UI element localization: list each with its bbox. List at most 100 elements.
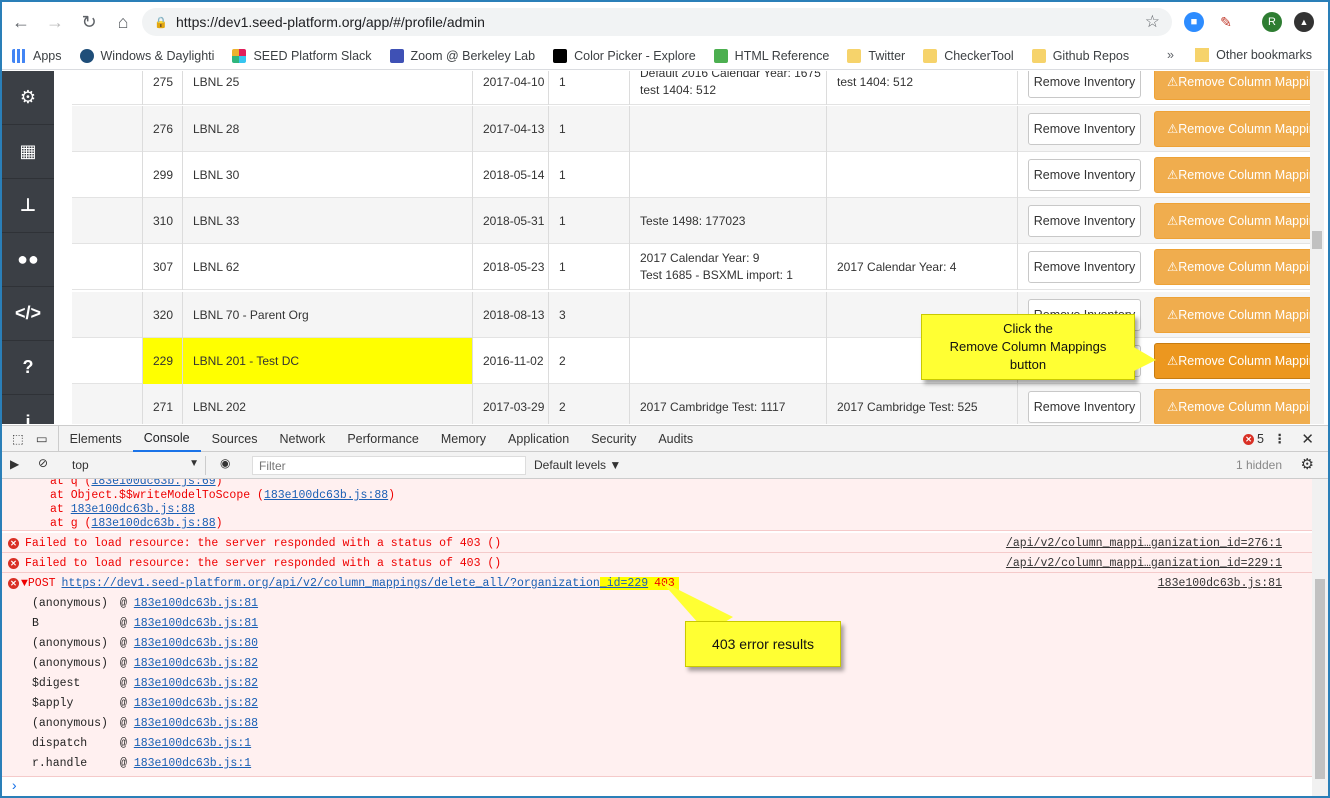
- building-icon[interactable]: ▦: [2, 125, 54, 179]
- bookmark-star-icon[interactable]: ☆: [1145, 12, 1160, 32]
- remove-column-mappings-button[interactable]: ⚠ Remove Column Mappings: [1154, 249, 1310, 285]
- gear-icon[interactable]: ⚙: [2, 71, 54, 125]
- profile-avatar[interactable]: R: [1262, 12, 1282, 32]
- w3-icon: [713, 48, 728, 63]
- bookmark-zoom[interactable]: Zoom @ Berkeley Lab: [389, 48, 535, 63]
- tab-console[interactable]: Console: [132, 425, 201, 452]
- source-link[interactable]: 183e100dc63b.js:81: [134, 597, 258, 610]
- tab-sources[interactable]: Sources: [201, 425, 269, 452]
- table-cell-count: 1: [548, 198, 629, 244]
- chrome-menu-icon[interactable]: ▲: [1294, 12, 1314, 32]
- source-link[interactable]: 183e100dc63b.js:81: [134, 617, 258, 630]
- bookmark-twitter[interactable]: Twitter: [847, 48, 905, 63]
- more-bookmarks-chevron[interactable]: »: [1167, 48, 1174, 62]
- bookmark-html-reference[interactable]: HTML Reference: [713, 48, 829, 63]
- remove-column-mappings-button[interactable]: ⚠ Remove Column Mappings: [1154, 389, 1310, 424]
- source-link[interactable]: 183e100dc63b.js:88: [71, 503, 195, 516]
- tab-security[interactable]: Security: [580, 425, 647, 452]
- code-icon[interactable]: </>: [2, 287, 54, 341]
- context-select[interactable]: top ▼: [66, 456, 206, 475]
- source-link[interactable]: 183e100dc63b.js:88: [264, 489, 388, 502]
- tab-network[interactable]: Network: [268, 425, 336, 452]
- stack-prefix: at Object.$$writeModelToScope (: [50, 489, 264, 502]
- source-link[interactable]: /api/v2/column_mappi…ganization_id=229:1: [1006, 557, 1282, 570]
- source-link[interactable]: 183e100dc63b.js:80: [134, 637, 258, 650]
- url-text[interactable]: https://dev1.seed-platform.org/app/#/pro…: [176, 14, 485, 30]
- page-scrollbar[interactable]: [1310, 71, 1324, 424]
- zoom-extension-icon[interactable]: ■: [1184, 12, 1204, 32]
- sitemap-icon[interactable]: ⊥: [2, 179, 54, 233]
- scrollbar-thumb[interactable]: [1312, 231, 1322, 249]
- request-method[interactable]: ▼POST: [21, 577, 56, 590]
- devtools-close-icon[interactable]: ✕: [1301, 430, 1314, 448]
- remove-inventory-button[interactable]: Remove Inventory: [1028, 391, 1141, 423]
- source-link[interactable]: 183e100dc63b.js:1: [134, 757, 251, 770]
- source-link[interactable]: 183e100dc63b.js:88: [91, 517, 215, 530]
- remove-inventory-button[interactable]: Remove Inventory: [1028, 71, 1141, 98]
- scrollbar-thumb[interactable]: [1315, 579, 1325, 779]
- bookmark-slack[interactable]: SEED Platform Slack: [232, 48, 372, 63]
- reload-icon[interactable]: ↻: [74, 7, 104, 37]
- bookmark-color-picker[interactable]: Color Picker - Explore: [553, 48, 696, 63]
- request-url[interactable]: https://dev1.seed-platform.org/api/v2/co…: [62, 577, 600, 590]
- remove-inventory-button[interactable]: Remove Inventory: [1028, 251, 1141, 283]
- stack-at: @: [120, 657, 134, 670]
- remove-inventory-button[interactable]: Remove Inventory: [1028, 205, 1141, 237]
- address-bar[interactable]: 🔒 https://dev1.seed-platform.org/app/#/p…: [142, 8, 1172, 36]
- log-levels-dropdown[interactable]: Default levels ▼: [534, 458, 621, 472]
- bookmark-checkertool[interactable]: CheckerTool: [923, 48, 1014, 63]
- table-cell-actions: Remove Inventory ⚠ Remove Column Mappings: [1017, 106, 1310, 152]
- bookmark-github-repos[interactable]: Github Repos: [1031, 48, 1129, 63]
- remove-inventory-button[interactable]: Remove Inventory: [1028, 159, 1141, 191]
- other-bookmarks[interactable]: Other bookmarks: [1195, 48, 1312, 62]
- source-link[interactable]: 183e100dc63b.js:82: [134, 677, 258, 690]
- clear-console-icon[interactable]: ⊘: [38, 456, 48, 470]
- inspect-element-icon[interactable]: ⬚: [2, 425, 30, 452]
- home-icon[interactable]: ⌂: [108, 7, 138, 37]
- users-icon[interactable]: ●●: [2, 233, 54, 287]
- table-cell-mappings: [629, 292, 826, 338]
- stack-line: at g (183e100dc63b.js:88): [2, 517, 1312, 530]
- bookmark-apps[interactable]: Apps: [12, 48, 62, 63]
- sidebar-toggle-icon[interactable]: ▶: [10, 457, 19, 471]
- back-arrow-icon[interactable]: ←: [6, 7, 36, 37]
- help-icon[interactable]: ?: [2, 341, 54, 395]
- tab-performance[interactable]: Performance: [336, 425, 430, 452]
- callout-text: 403 error results: [712, 636, 814, 652]
- tab-elements[interactable]: Elements: [59, 425, 133, 452]
- remove-column-mappings-button[interactable]: ⚠ Remove Column Mappings: [1154, 71, 1310, 100]
- device-toolbar-icon[interactable]: ▭: [30, 425, 59, 452]
- error-count-badge[interactable]: ✕ 5: [1243, 432, 1264, 446]
- remove-column-mappings-button[interactable]: ⚠ Remove Column Mappings: [1154, 203, 1310, 239]
- table-cell-date: 2018-05-23: [472, 244, 548, 290]
- tab-memory[interactable]: Memory: [430, 425, 497, 452]
- source-link[interactable]: 183e100dc63b.js:69: [91, 479, 215, 488]
- tab-application[interactable]: Application: [497, 425, 580, 452]
- remove-column-mappings-button[interactable]: ⚠ Remove Column Mappings: [1154, 111, 1310, 147]
- remove-column-mappings-button[interactable]: ⚠ Remove Column Mappings: [1154, 297, 1310, 333]
- console-settings-gear-icon[interactable]: ⚙: [1301, 455, 1314, 473]
- console-output: at q (183e100dc63b.js:69) at Object.$$wri…: [2, 479, 1312, 796]
- table-cell-date: 2017-04-10: [472, 71, 548, 105]
- source-link[interactable]: 183e100dc63b.js:82: [134, 697, 258, 710]
- source-link[interactable]: 183e100dc63b.js:82: [134, 657, 258, 670]
- request-url-highlight[interactable]: _id=229: [600, 577, 648, 590]
- console-scrollbar[interactable]: [1312, 479, 1328, 796]
- remove-column-mappings-button[interactable]: ⚠ Remove Column Mappings: [1154, 343, 1310, 379]
- eye-icon[interactable]: ◉: [220, 456, 230, 470]
- source-link[interactable]: /api/v2/column_mappi…ganization_id=276:1: [1006, 537, 1282, 550]
- forward-arrow-icon[interactable]: →: [40, 7, 70, 37]
- source-link[interactable]: 183e100dc63b.js:88: [134, 717, 258, 730]
- source-link[interactable]: 183e100dc63b.js:81: [1158, 577, 1282, 590]
- calendar-icon: [389, 48, 404, 63]
- devtools-menu-icon[interactable]: ⋮: [1274, 431, 1287, 446]
- remove-inventory-button[interactable]: Remove Inventory: [1028, 113, 1141, 145]
- console-prompt[interactable]: ›: [2, 779, 1312, 795]
- console-filter-input[interactable]: [252, 456, 526, 475]
- table-cell-id: 320: [142, 292, 182, 338]
- tab-audits[interactable]: Audits: [647, 425, 704, 452]
- source-link[interactable]: 183e100dc63b.js:1: [134, 737, 251, 750]
- pdf-extension-icon[interactable]: ✎: [1216, 12, 1236, 32]
- remove-column-mappings-button[interactable]: ⚠ Remove Column Mappings: [1154, 157, 1310, 193]
- bookmark-windows-daylighting[interactable]: Windows & Daylighti: [79, 48, 214, 63]
